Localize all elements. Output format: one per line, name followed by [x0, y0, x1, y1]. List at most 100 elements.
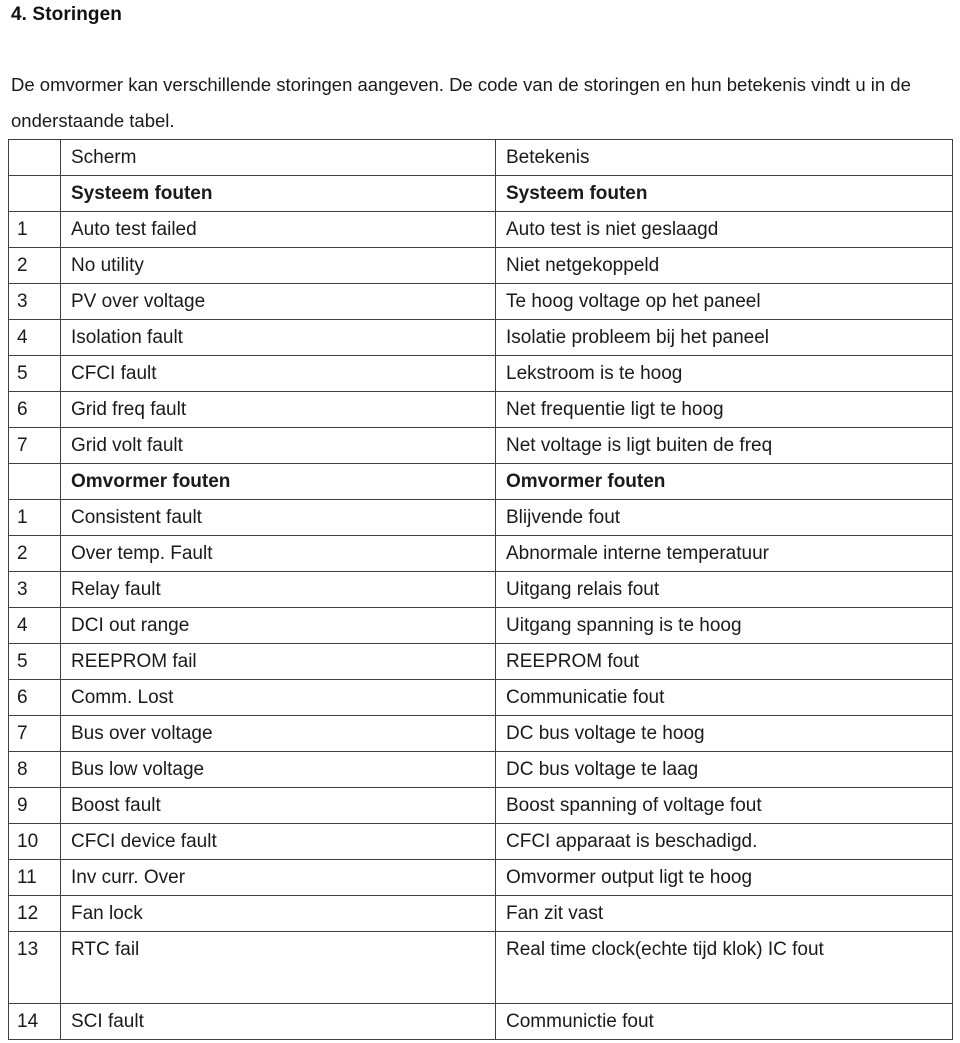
- cell-scherm: CFCI device fault: [60, 823, 496, 860]
- cell-betekenis: Betekenis: [495, 139, 953, 176]
- cell-scherm: Grid volt fault: [60, 427, 496, 464]
- table-row: 4 Isolation fault Isolatie probleem bij he…: [8, 319, 953, 356]
- cell-betekenis: Omvormer fouten: [495, 463, 953, 500]
- cell-betekenis: CFCI apparaat is beschadigd.: [495, 823, 953, 860]
- cell-code: 9: [8, 787, 61, 824]
- cell-scherm: Inv curr. Over: [60, 859, 496, 896]
- cell-scherm: Systeem fouten: [60, 175, 496, 212]
- page-title: 4. Storingen: [11, 4, 122, 25]
- cell-betekenis: Net voltage is ligt buiten de freq: [495, 427, 953, 464]
- cell-betekenis: Omvormer output ligt te hoog: [495, 859, 953, 896]
- table-row: 2 No utility Niet netgekoppeld: [8, 247, 953, 284]
- cell-scherm: Omvormer fouten: [60, 463, 496, 500]
- cell-code: 11: [8, 859, 61, 896]
- cell-code: [8, 463, 61, 500]
- table-row: 13 RTC fail Real time clock(echte tijd klo…: [8, 931, 953, 1004]
- cell-betekenis: Boost spanning of voltage fout: [495, 787, 953, 824]
- cell-scherm: SCI fault: [60, 1003, 496, 1040]
- cell-scherm: PV over voltage: [60, 283, 496, 320]
- cell-betekenis: Auto test is niet geslaagd: [495, 211, 953, 248]
- cell-betekenis: Abnormale interne temperatuur: [495, 535, 953, 572]
- cell-code: 6: [8, 679, 61, 716]
- fault-code-table: Scherm Betekenis Systeem fouten Systeem fou…: [8, 139, 953, 1040]
- cell-betekenis: Uitgang relais fout: [495, 571, 953, 608]
- cell-scherm: Boost fault: [60, 787, 496, 824]
- table-row: 5 CFCI fault Lekstroom is te hoog: [8, 355, 953, 392]
- cell-code: 10: [8, 823, 61, 860]
- cell-scherm: DCI out range: [60, 607, 496, 644]
- cell-betekenis: Te hoog voltage op het paneel: [495, 283, 953, 320]
- cell-code: 8: [8, 751, 61, 788]
- cell-betekenis: REEPROM fout: [495, 643, 953, 680]
- table-row: Omvormer fouten Omvormer fouten: [8, 463, 953, 500]
- cell-code: 1: [8, 211, 61, 248]
- cell-code: 4: [8, 607, 61, 644]
- intro-paragraph: De omvormer kan verschillende storingen …: [11, 73, 911, 131]
- cell-code: 2: [8, 535, 61, 572]
- cell-betekenis: Communictie fout: [495, 1003, 953, 1040]
- cell-scherm: CFCI fault: [60, 355, 496, 392]
- cell-betekenis: DC bus voltage te laag: [495, 751, 953, 788]
- cell-scherm: Relay fault: [60, 571, 496, 608]
- cell-scherm: No utility: [60, 247, 496, 284]
- cell-betekenis: Niet netgekoppeld: [495, 247, 953, 284]
- table-row: 14 SCI fault Communictie fout: [8, 1003, 953, 1040]
- cell-scherm: Comm. Lost: [60, 679, 496, 716]
- cell-betekenis: Real time clock(echte tijd klok) IC fout: [495, 931, 953, 1004]
- cell-scherm: Bus over voltage: [60, 715, 496, 752]
- cell-code: 12: [8, 895, 61, 932]
- cell-betekenis: DC bus voltage te hoog: [495, 715, 953, 752]
- cell-code: 1: [8, 499, 61, 536]
- table-row: 12 Fan lock Fan zit vast: [8, 895, 953, 932]
- cell-scherm: Bus low voltage: [60, 751, 496, 788]
- cell-betekenis: Net frequentie ligt te hoog: [495, 391, 953, 428]
- cell-code: 7: [8, 427, 61, 464]
- cell-scherm: Over temp. Fault: [60, 535, 496, 572]
- cell-scherm: Scherm: [60, 139, 496, 176]
- cell-code: 2: [8, 247, 61, 284]
- cell-scherm: Isolation fault: [60, 319, 496, 356]
- table-row: 3 PV over voltage Te hoog voltage op het p…: [8, 283, 953, 320]
- cell-betekenis: Uitgang spanning is te hoog: [495, 607, 953, 644]
- table-row: 11 Inv curr. Over Omvormer output ligt te …: [8, 859, 953, 896]
- table-row: Systeem fouten Systeem fouten: [8, 175, 953, 212]
- cell-betekenis: Communicatie fout: [495, 679, 953, 716]
- table-row: Scherm Betekenis: [8, 139, 953, 176]
- cell-betekenis: Fan zit vast: [495, 895, 953, 932]
- cell-code: 7: [8, 715, 61, 752]
- cell-scherm: RTC fail: [60, 931, 496, 1004]
- cell-scherm: Auto test failed: [60, 211, 496, 248]
- cell-code: 13: [8, 931, 61, 1004]
- table-row: 8 Bus low voltage DC bus voltage te laag: [8, 751, 953, 788]
- table-row: 7 Grid volt fault Net voltage is ligt buit…: [8, 427, 953, 464]
- document-page: 4. Storingen De omvormer kan verschillen…: [0, 0, 960, 1043]
- cell-scherm: REEPROM fail: [60, 643, 496, 680]
- table-row: 5 REEPROM fail REEPROM fout: [8, 643, 953, 680]
- cell-betekenis: Isolatie probleem bij het paneel: [495, 319, 953, 356]
- table-row: 10 CFCI device fault CFCI apparaat is besc…: [8, 823, 953, 860]
- table-row: 6 Grid freq fault Net frequentie ligt te h…: [8, 391, 953, 428]
- cell-code: 4: [8, 319, 61, 356]
- table-row: 7 Bus over voltage DC bus voltage te hoog: [8, 715, 953, 752]
- cell-code: 3: [8, 283, 61, 320]
- cell-betekenis: Lekstroom is te hoog: [495, 355, 953, 392]
- table-row: 1 Consistent fault Blijvende fout: [8, 499, 953, 536]
- fault-code-table-body: Scherm Betekenis Systeem fouten Systeem fou…: [8, 139, 953, 1040]
- cell-betekenis: Systeem fouten: [495, 175, 953, 212]
- cell-scherm: Consistent fault: [60, 499, 496, 536]
- table-row: 3 Relay fault Uitgang relais fout: [8, 571, 953, 608]
- table-row: 2 Over temp. Fault Abnormale interne tempe…: [8, 535, 953, 572]
- cell-code: 5: [8, 643, 61, 680]
- table-row: 6 Comm. Lost Communicatie fout: [8, 679, 953, 716]
- cell-code: 14: [8, 1003, 61, 1040]
- cell-code: [8, 175, 61, 212]
- cell-scherm: Grid freq fault: [60, 391, 496, 428]
- cell-scherm: Fan lock: [60, 895, 496, 932]
- cell-code: [8, 139, 61, 176]
- cell-betekenis: Blijvende fout: [495, 499, 953, 536]
- table-row: 4 DCI out range Uitgang spanning is te hoo…: [8, 607, 953, 644]
- cell-code: 5: [8, 355, 61, 392]
- cell-code: 6: [8, 391, 61, 428]
- table-row: 1 Auto test failed Auto test is niet gesla…: [8, 211, 953, 248]
- cell-code: 3: [8, 571, 61, 608]
